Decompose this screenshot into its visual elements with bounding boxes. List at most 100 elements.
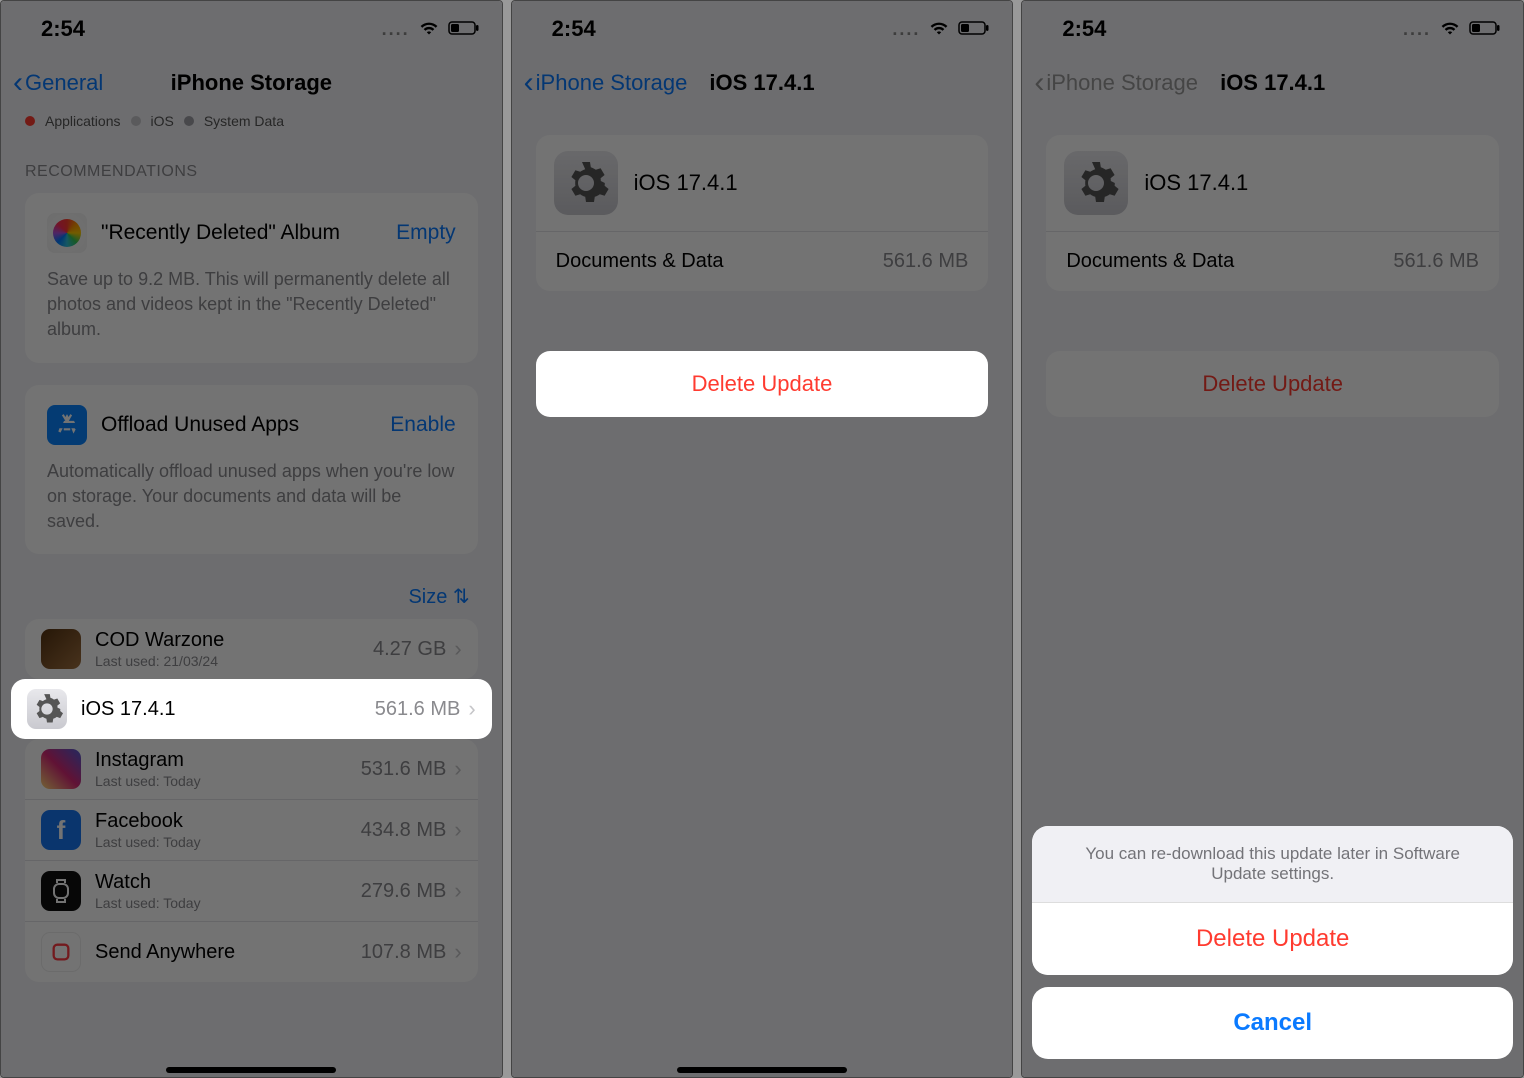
documents-data-row: Documents & Data 561.6 MB [1046,231,1499,291]
app-row-sendanywhere[interactable]: Send Anywhere 107.8 MB › [25,922,478,982]
back-button: ‹ iPhone Storage [1034,68,1198,98]
app-size: 279.6 MB [361,880,447,903]
recommendation-recently-deleted: "Recently Deleted" Album Empty Save up t… [25,193,478,363]
sort-arrows-icon: ⇅ [453,586,470,608]
sort-by-size[interactable]: Size ⇅ [1,576,502,619]
wifi-icon [418,16,440,42]
back-label: iPhone Storage [1046,70,1198,96]
rec2-desc: Automatically offload unused apps when y… [47,459,456,535]
highlighted-app-row: iOS 17.4.1 561.6 MB › [11,679,492,739]
recording-dots-icon: .... [892,19,920,40]
home-indicator[interactable] [166,1067,336,1073]
legend-system: System Data [204,113,284,129]
docs-label: Documents & Data [1066,250,1234,273]
app-size: 107.8 MB [361,941,447,964]
rec2-title: Offload Unused Apps [101,413,376,437]
recording-dots-icon: .... [382,19,410,40]
delete-update-button: Delete Update [1046,351,1499,417]
settings-icon [1064,151,1128,215]
app-row-instagram[interactable]: Instagram Last used: Today 531.6 MB › [25,739,478,800]
app-icon-facebook: f [41,810,81,850]
legend-row: Applications iOS System Data [1,109,502,133]
app-icon-instagram [41,749,81,789]
status-time: 2:54 [41,16,85,42]
chevron-right-icon: › [454,939,461,965]
legend-ios: iOS [151,113,174,129]
app-row-facebook[interactable]: f Facebook Last used: Today 434.8 MB › [25,800,478,861]
back-button[interactable]: ‹ iPhone Storage [524,68,688,98]
delete-update-label: Delete Update [1202,371,1343,396]
app-name: Instagram [95,749,361,772]
app-row-watch[interactable]: Watch Last used: Today 279.6 MB › [25,861,478,922]
confirm-delete-button[interactable]: Delete Update [1032,903,1513,975]
chevron-left-icon: ‹ [13,68,23,98]
appstore-icon [47,405,87,445]
wifi-icon [928,16,950,42]
app-sub: Last used: Today [95,773,361,789]
battery-icon [448,16,480,42]
item-title: iOS 17.4.1 [1144,170,1248,196]
empty-button[interactable]: Empty [396,221,456,245]
chevron-right-icon: › [454,756,461,782]
app-icon-watch [41,871,81,911]
docs-value: 561.6 MB [1393,250,1479,273]
chevron-left-icon: ‹ [524,68,534,98]
photos-icon [47,213,87,253]
docs-label: Documents & Data [556,250,724,273]
app-name: Watch [95,871,361,894]
enable-button[interactable]: Enable [390,413,455,437]
back-button[interactable]: ‹ General [13,68,103,98]
app-name: Send Anywhere [95,941,361,964]
delete-update-button[interactable]: Delete Update [536,351,989,417]
chevron-left-icon: ‹ [1034,68,1044,98]
app-name: Facebook [95,810,361,833]
status-time: 2:54 [1062,16,1106,42]
sheet-message: You can re-download this update later in… [1032,826,1513,903]
status-time: 2:54 [552,16,596,42]
panel-update-detail: 2:54 .... ‹ iPhone Storage iOS 17.4.1 [511,0,1014,1078]
app-sub: Last used: 21/03/24 [95,653,373,669]
legend-dot-apps [25,116,35,126]
item-title: iOS 17.4.1 [634,170,738,196]
app-sub: Last used: Today [95,895,361,911]
legend-dot-system [184,116,194,126]
nav-bar: ‹ iPhone Storage iOS 17.4.1 [1022,57,1523,109]
app-row-cod[interactable]: COD Warzone Last used: 21/03/24 4.27 GB … [25,619,478,679]
app-size: 561.6 MB [375,698,461,721]
docs-value: 561.6 MB [883,250,969,273]
app-row-ios-update[interactable]: iOS 17.4.1 561.6 MB › [11,679,492,739]
chevron-right-icon: › [454,817,461,843]
update-info-card: iOS 17.4.1 Documents & Data 561.6 MB [1046,135,1499,291]
app-list: COD Warzone Last used: 21/03/24 4.27 GB … [25,619,478,679]
nav-bar: ‹ iPhone Storage iOS 17.4.1 [512,57,1013,109]
recommendations-header: RECOMMENDATIONS [1,133,502,193]
settings-icon [27,689,67,729]
legend-apps: Applications [45,113,121,129]
rec-desc: Save up to 9.2 MB. This will permanently… [47,267,456,343]
app-size: 4.27 GB [373,638,446,661]
cancel-button[interactable]: Cancel [1032,987,1513,1059]
delete-update-label: Delete Update [692,371,833,396]
app-icon-sendanywhere [41,932,81,972]
status-bar: 2:54 .... [512,1,1013,57]
app-list-cont: Instagram Last used: Today 531.6 MB › f … [25,739,478,982]
settings-icon [554,151,618,215]
chevron-right-icon: › [468,696,475,722]
app-name: iOS 17.4.1 [81,698,375,721]
battery-icon [1469,16,1501,42]
app-size: 531.6 MB [361,758,447,781]
home-indicator[interactable] [677,1067,847,1073]
action-sheet: You can re-download this update later in… [1032,826,1513,1059]
legend-dot-ios [131,116,141,126]
panel-action-sheet: 2:54 .... ‹ iPhone Storage iOS 17.4.1 [1021,0,1524,1078]
status-bar: 2:54 .... [1022,1,1523,57]
app-sub: Last used: Today [95,834,361,850]
nav-bar: ‹ General iPhone Storage [1,57,502,109]
app-icon-cod [41,629,81,669]
update-info-card: iOS 17.4.1 Documents & Data 561.6 MB [536,135,989,291]
panel-storage-list: 2:54 .... ‹ General iPhone Storage App [0,0,503,1078]
recommendation-offload: Offload Unused Apps Enable Automatically… [25,385,478,555]
chevron-right-icon: › [454,636,461,662]
back-label: iPhone Storage [536,70,688,96]
sort-label: Size [408,586,447,608]
